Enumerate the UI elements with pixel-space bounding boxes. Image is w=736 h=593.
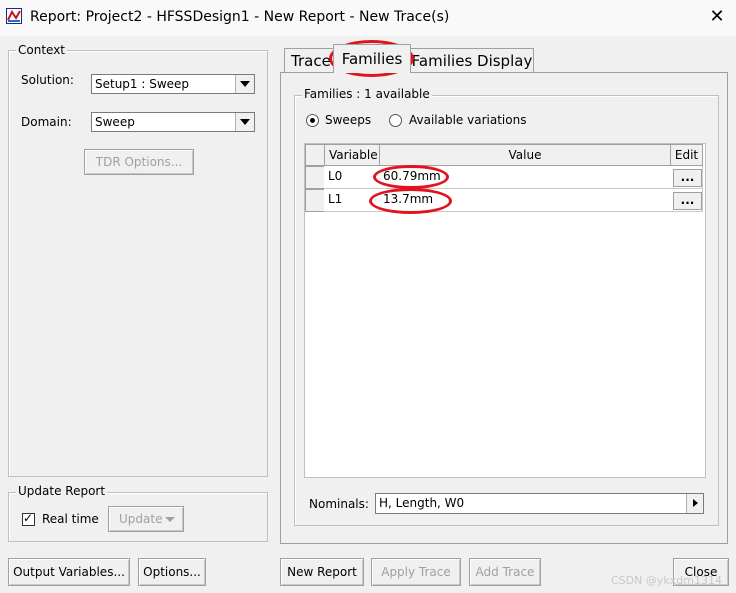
tab-families[interactable]: Families xyxy=(333,44,411,73)
edit-row-button[interactable]: ... xyxy=(673,169,702,187)
output-variables-button[interactable]: Output Variables... xyxy=(8,558,130,586)
realtime-label: Real time xyxy=(42,512,99,526)
tab-families-display[interactable]: Families Display xyxy=(410,48,534,72)
update-button[interactable]: Update xyxy=(108,506,184,532)
domain-select[interactable]: Sweep xyxy=(91,112,255,132)
row-header[interactable] xyxy=(305,166,325,189)
variations-label: Available variations xyxy=(409,113,527,127)
families-legend: Families : 1 available xyxy=(302,87,432,101)
chevron-down-icon xyxy=(165,517,175,522)
new-report-button[interactable]: New Report xyxy=(280,558,364,586)
realtime-checkbox[interactable] xyxy=(22,511,35,526)
solution-label: Solution: xyxy=(21,73,74,87)
table-cell-value[interactable]: 60.79mm xyxy=(379,166,671,189)
variations-radio[interactable] xyxy=(389,114,402,127)
update-report-legend: Update Report xyxy=(16,484,108,498)
watermark: CSDN @ykxdm1314 xyxy=(611,574,722,587)
nominals-label: Nominals: xyxy=(309,497,369,511)
solution-select[interactable]: Setup1 : Sweep xyxy=(91,74,255,94)
hfss-app-icon xyxy=(6,8,22,24)
domain-value: Sweep xyxy=(95,115,135,129)
row-header[interactable] xyxy=(305,189,325,212)
sweeps-radio[interactable] xyxy=(306,114,319,127)
chevron-down-icon[interactable] xyxy=(235,113,254,131)
sweeps-label: Sweeps xyxy=(325,113,372,127)
column-header-variable[interactable]: Variable xyxy=(324,144,380,166)
domain-label: Domain: xyxy=(21,115,72,129)
tdr-options-button[interactable]: TDR Options... xyxy=(84,149,194,175)
column-header-value[interactable]: Value xyxy=(379,144,671,166)
table-cell-variable: L1 xyxy=(324,189,380,212)
tab-trace[interactable]: Trace xyxy=(284,48,334,72)
nominals-field[interactable]: H, Length, W0 xyxy=(375,493,704,514)
table-cell-variable: L0 xyxy=(324,166,380,189)
chevron-right-icon[interactable] xyxy=(686,494,703,513)
window-title: Report: Project2 - HFSSDesign1 - New Rep… xyxy=(30,9,450,25)
edit-row-button[interactable]: ... xyxy=(673,192,702,210)
options-button[interactable]: Options... xyxy=(138,558,206,586)
table-cell-value[interactable]: 13.7mm xyxy=(379,189,671,212)
nominals-value: H, Length, W0 xyxy=(379,496,465,510)
add-trace-button[interactable]: Add Trace xyxy=(469,558,541,586)
apply-trace-button[interactable]: Apply Trace xyxy=(371,558,461,586)
column-header-edit[interactable]: Edit xyxy=(670,144,703,166)
solution-value: Setup1 : Sweep xyxy=(95,77,190,91)
context-legend: Context xyxy=(16,43,68,57)
window-close-icon[interactable]: ✕ xyxy=(706,6,728,28)
update-button-label: Update xyxy=(119,512,163,526)
chevron-down-icon[interactable] xyxy=(235,75,254,93)
table-corner-header xyxy=(305,144,325,166)
